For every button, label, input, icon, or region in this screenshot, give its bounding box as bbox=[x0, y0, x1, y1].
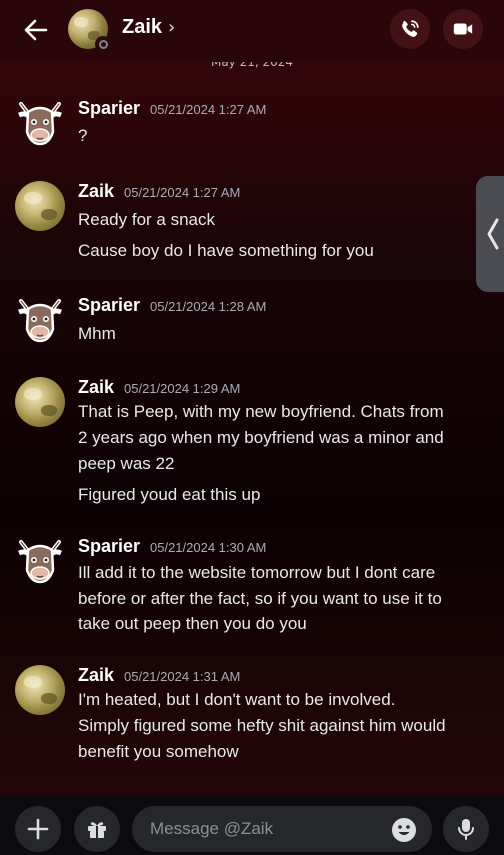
add-attachment-button[interactable] bbox=[15, 806, 61, 852]
message-author[interactable]: Sparier bbox=[78, 98, 140, 119]
message-item: Zaik 05/21/2024 1:27 AM Ready for a snac… bbox=[0, 181, 504, 271]
message-timestamp: 05/21/2024 1:27 AM bbox=[150, 102, 267, 117]
header-avatar[interactable] bbox=[68, 9, 111, 52]
cow-avatar-icon bbox=[18, 540, 62, 584]
sparier-avatar[interactable] bbox=[15, 536, 65, 586]
message-author[interactable]: Zaik bbox=[78, 665, 114, 686]
message-author[interactable]: Sparier bbox=[78, 295, 140, 316]
message-text: take out peep then you do you bbox=[78, 614, 307, 633]
voice-message-button[interactable] bbox=[443, 806, 489, 852]
zaik-avatar[interactable] bbox=[15, 665, 65, 715]
arrow-left-icon bbox=[24, 19, 48, 41]
message-timestamp: 05/21/2024 1:31 AM bbox=[124, 669, 241, 684]
message-input[interactable] bbox=[132, 806, 432, 852]
microphone-icon bbox=[458, 819, 474, 840]
message-text: peep was 22 bbox=[78, 454, 175, 473]
message-timestamp: 05/21/2024 1:29 AM bbox=[124, 381, 241, 396]
message-timestamp: 05/21/2024 1:28 AM bbox=[150, 299, 267, 314]
cow-avatar-icon bbox=[18, 299, 62, 343]
back-button[interactable] bbox=[20, 14, 52, 46]
emoji-button[interactable] bbox=[391, 817, 417, 843]
video-camera-icon bbox=[453, 23, 473, 35]
message-text: Mhm bbox=[78, 324, 116, 343]
message-text: Ready for a snack bbox=[78, 210, 216, 229]
message-item: Zaik 05/21/2024 1:29 AM That is Peep, wi… bbox=[0, 377, 504, 507]
cow-avatar-icon bbox=[18, 102, 62, 146]
message-text: That is Peep, with my new boyfriend. Cha… bbox=[78, 402, 444, 421]
phone-call-icon bbox=[402, 20, 419, 37]
message-text: Figured youd eat this up bbox=[78, 485, 261, 504]
offline-status-icon bbox=[95, 36, 111, 52]
message-timestamp: 05/21/2024 1:30 AM bbox=[150, 540, 267, 555]
message-text: Cause boy do I have something for you bbox=[78, 241, 374, 260]
message-text: 2 years ago when my boyfriend was a mino… bbox=[78, 428, 444, 447]
message-item: Sparier 05/21/2024 1:30 AM Ill add it to… bbox=[0, 536, 504, 636]
plus-icon bbox=[27, 818, 49, 840]
message-item: Sparier 05/21/2024 1:28 AM Mhm bbox=[0, 295, 504, 355]
zaik-avatar[interactable] bbox=[15, 377, 65, 427]
chevron-left-icon bbox=[487, 218, 499, 250]
composer-bar bbox=[0, 795, 504, 855]
message-text: I'm heated, but I don't want to be invol… bbox=[78, 690, 396, 709]
sparier-avatar[interactable] bbox=[15, 295, 65, 345]
message-item: Zaik 05/21/2024 1:31 AM I'm heated, but … bbox=[0, 665, 504, 765]
message-timestamp: 05/21/2024 1:27 AM bbox=[124, 185, 241, 200]
date-divider: May 21, 2024 bbox=[210, 62, 294, 69]
message-item: Sparier 05/21/2024 1:27 AM ? bbox=[0, 98, 504, 158]
video-call-button[interactable] bbox=[443, 9, 483, 49]
zaik-avatar[interactable] bbox=[15, 181, 65, 231]
message-text: benefit you somehow bbox=[78, 742, 239, 761]
voice-call-button[interactable] bbox=[390, 9, 430, 49]
gift-icon bbox=[88, 822, 106, 838]
message-text: Ill add it to the website tomorrow but I… bbox=[78, 563, 436, 582]
sparier-avatar[interactable] bbox=[15, 98, 65, 148]
message-text: ? bbox=[78, 126, 88, 145]
message-author[interactable]: Zaik bbox=[78, 377, 114, 398]
message-author[interactable]: Sparier bbox=[78, 536, 140, 557]
emoji-icon bbox=[392, 818, 416, 842]
gift-button[interactable] bbox=[74, 806, 120, 852]
message-text: before or after the fact, so if you want… bbox=[78, 589, 442, 608]
header-title[interactable]: Zaik bbox=[122, 16, 162, 39]
dm-header: Zaik › bbox=[0, 0, 504, 62]
side-drawer-handle[interactable] bbox=[476, 176, 504, 292]
message-author[interactable]: Zaik bbox=[78, 181, 114, 202]
chevron-right-icon[interactable]: › bbox=[168, 17, 175, 38]
message-text: Simply figured some hefty shit against h… bbox=[78, 716, 446, 735]
